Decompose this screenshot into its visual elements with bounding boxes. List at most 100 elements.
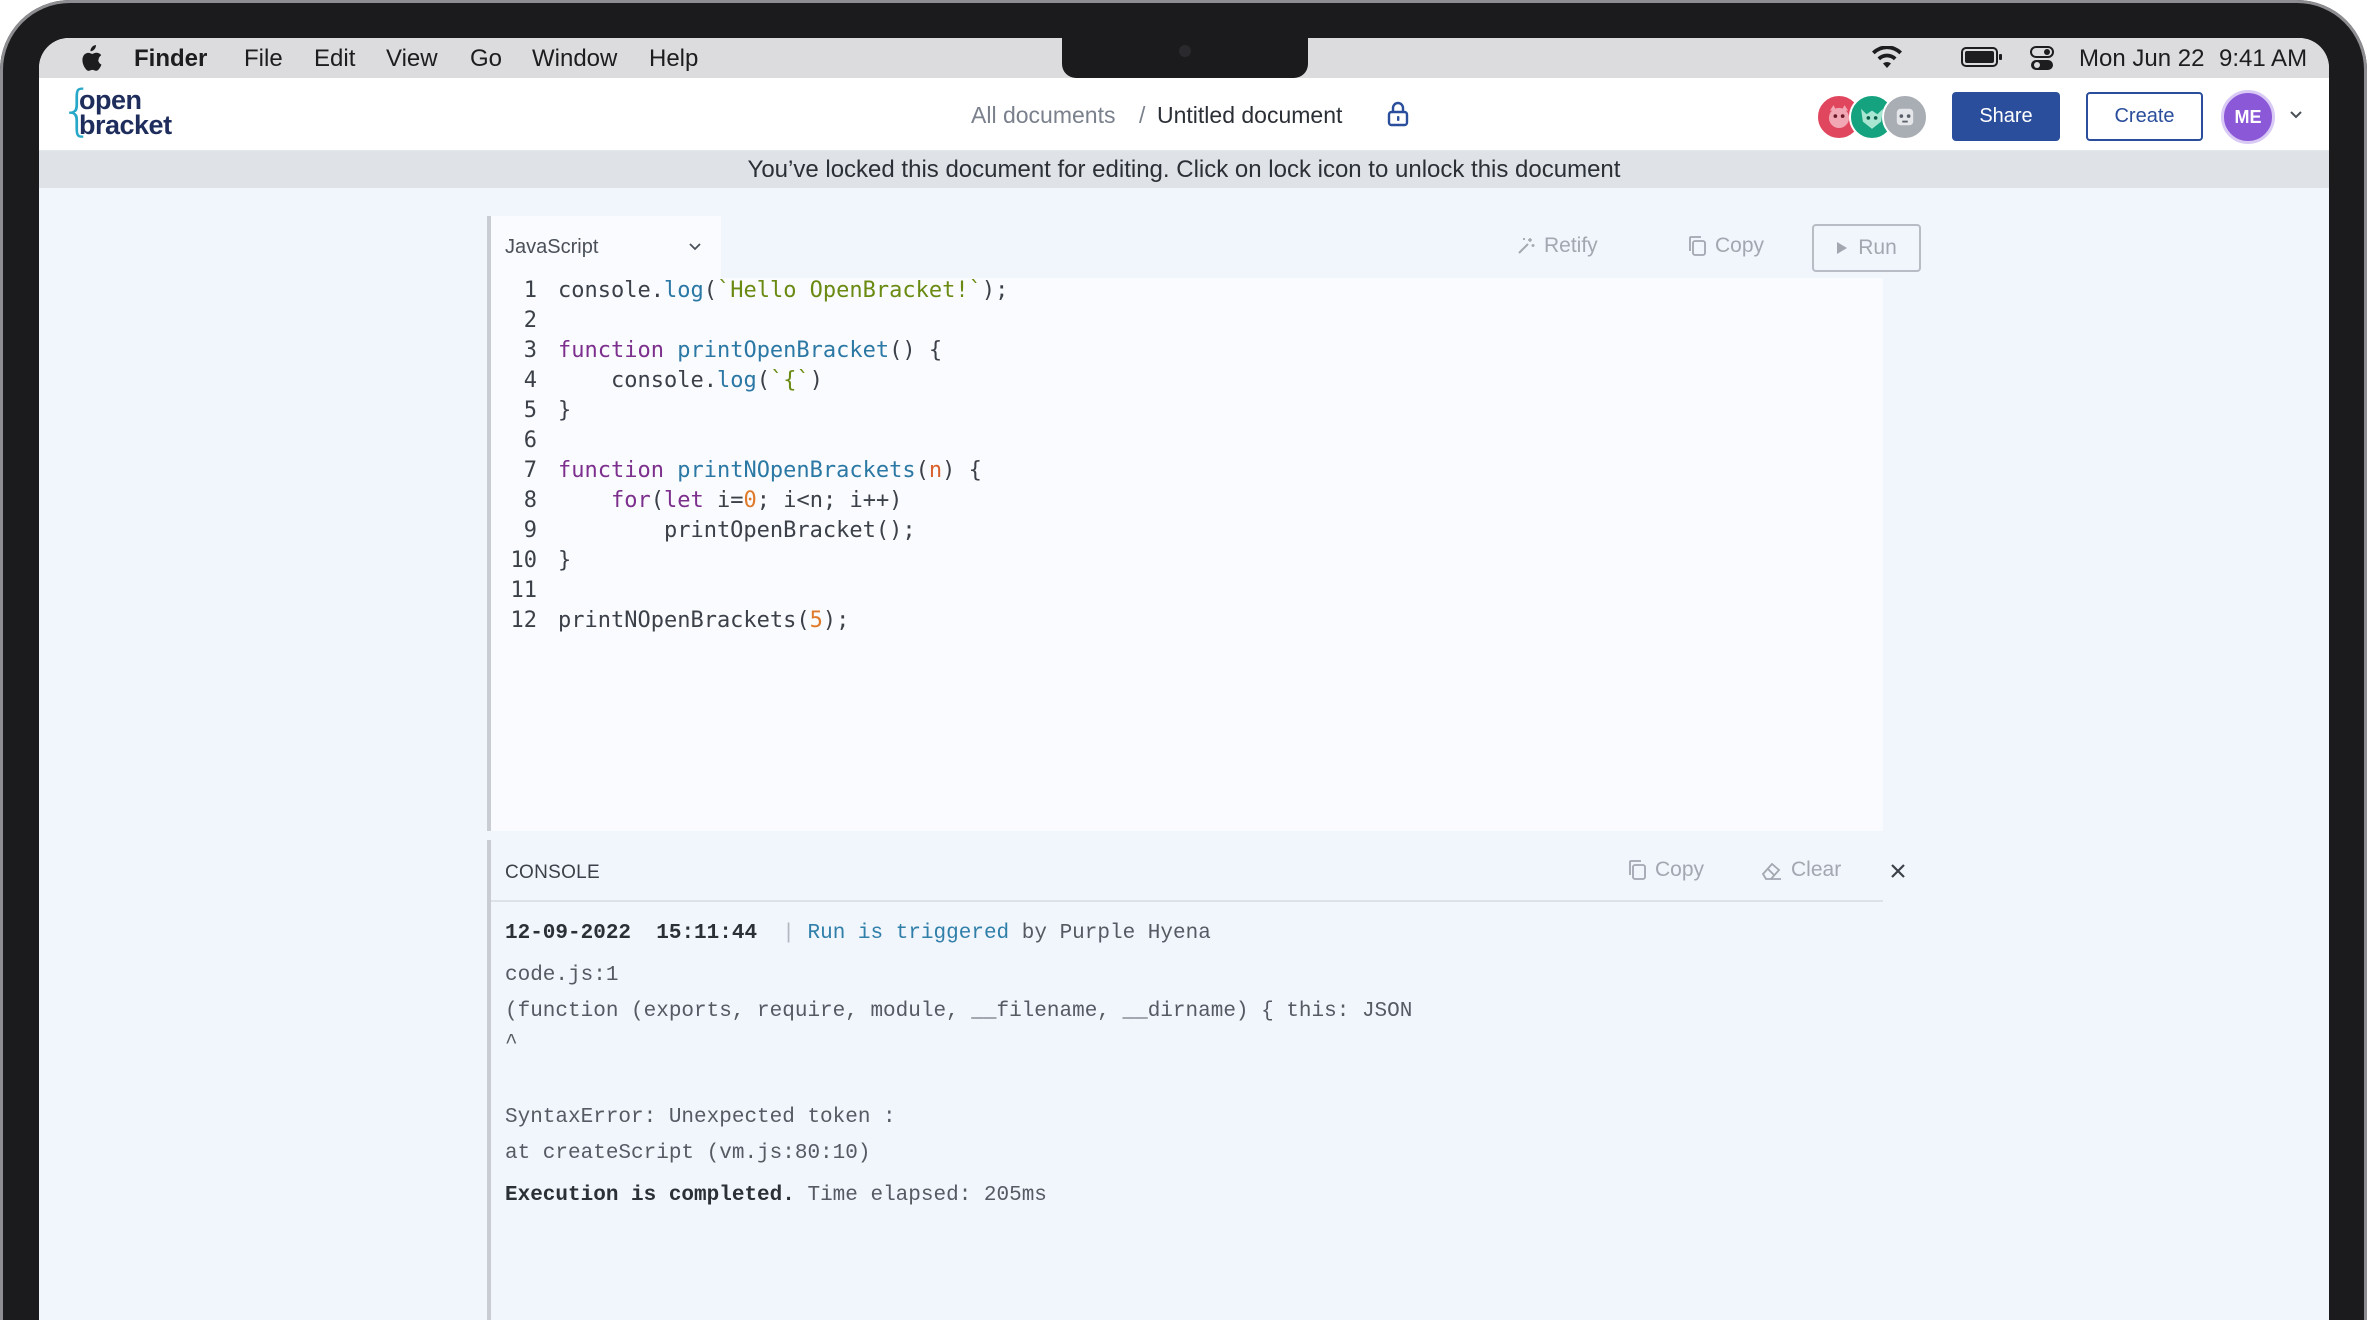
- code-line: 10}: [491, 548, 1883, 578]
- console-copy-label: Copy: [1655, 858, 1705, 881]
- console-output-line: SyntaxError: Unexpected token :: [505, 1106, 896, 1129]
- menu-window[interactable]: Window: [532, 45, 617, 73]
- console-clear-button[interactable]: Clear: [1761, 858, 1841, 882]
- line-number: 6: [523, 428, 537, 453]
- code-line: 7 function printNOpenBrackets(n) {: [491, 458, 1883, 488]
- menu-clock-date[interactable]: Mon Jun 22: [2079, 45, 2204, 73]
- breadcrumb-all-documents[interactable]: All documents: [971, 102, 1115, 129]
- code-area[interactable]: 1 console.log(`Hello OpenBracket!`); 2 3f…: [491, 278, 1883, 831]
- console-run-by: by Purple Hyena: [1021, 922, 1211, 945]
- code-line: 1 console.log(`Hello OpenBracket!`);: [491, 278, 1883, 308]
- camera-notch: [1062, 38, 1308, 78]
- apple-icon[interactable]: [77, 45, 103, 73]
- run-button[interactable]: Run: [1812, 224, 1921, 272]
- line-number: 4: [523, 368, 537, 393]
- menu-go[interactable]: Go: [470, 45, 502, 73]
- lock-banner: You’ve locked this document for editing.…: [39, 151, 2329, 188]
- editor-copy-label: Copy: [1715, 234, 1765, 257]
- code-text: printNOpenBrackets(5);: [558, 608, 850, 633]
- code-editor[interactable]: JavaScript Retify Copy Run 1 console.log…: [487, 216, 1921, 831]
- console-run-header: 12-09-2022 15:11:44 | Run is triggered b…: [505, 922, 1211, 945]
- menu-bar: Finder File Edit View Go Window Help Mon…: [39, 38, 2329, 78]
- collaborator-avatar-gray-icon[interactable]: [1882, 94, 1928, 140]
- create-button[interactable]: Create: [2086, 92, 2203, 141]
- breadcrumb-current-document[interactable]: Untitled document: [1157, 102, 1342, 129]
- lock-icon[interactable]: [1387, 101, 1409, 127]
- copy-icon: [1629, 860, 1646, 880]
- code-text: function printNOpenBrackets(n) {: [558, 458, 982, 483]
- code-line: 6: [491, 428, 1883, 458]
- console-output-line: (function (exports, require, module, __f…: [505, 1000, 1413, 1023]
- line-number: 7: [523, 458, 537, 483]
- retify-button[interactable]: Retify: [1516, 234, 1598, 258]
- code-line: 5}: [491, 398, 1883, 428]
- app-header: { open bracket All documents / Untitled …: [39, 78, 2329, 151]
- line-number: 9: [523, 518, 537, 543]
- line-number: 1: [523, 278, 537, 303]
- code-text: }: [558, 548, 572, 573]
- console-run-time: 15:11:44: [656, 922, 758, 945]
- code-text: function printOpenBracket() {: [558, 338, 943, 363]
- code-text: printOpenBracket();: [558, 518, 916, 543]
- control-center-icon[interactable]: [2030, 46, 2054, 72]
- code-line: 8 for(let i=0; i<n; i++): [491, 488, 1883, 518]
- menu-app-name[interactable]: Finder: [134, 45, 207, 73]
- console-copy-button[interactable]: Copy: [1627, 858, 1704, 882]
- line-number: 10: [510, 548, 538, 573]
- language-select-value: JavaScript: [505, 236, 599, 258]
- console-run-separator: |: [782, 922, 795, 945]
- chevron-down-icon: [689, 243, 701, 251]
- close-icon[interactable]: [1887, 860, 1909, 882]
- collaborator-avatars[interactable]: [1816, 94, 1936, 140]
- console-clear-label: Clear: [1791, 858, 1842, 881]
- retify-label: Retify: [1544, 234, 1598, 257]
- line-number: 11: [510, 578, 538, 603]
- code-line: 3 function printOpenBracket() {: [491, 338, 1883, 368]
- menu-help[interactable]: Help: [649, 45, 698, 73]
- menu-clock-time[interactable]: 9:41 AM: [2219, 45, 2307, 73]
- share-button[interactable]: Share: [1952, 92, 2060, 141]
- camera: [1179, 45, 1191, 57]
- menu-edit[interactable]: Edit: [314, 45, 355, 73]
- logo[interactable]: open bracket: [79, 87, 172, 139]
- console-output-line: ^: [505, 1032, 518, 1055]
- line-number: 5: [523, 398, 537, 423]
- console-panel: CONSOLE Copy Clear 12-09-2022 15:11:44 |…: [487, 840, 1905, 1320]
- code-text: console.log(`Hello OpenBracket!`);: [558, 278, 1009, 303]
- language-select[interactable]: JavaScript: [491, 216, 721, 278]
- breadcrumb-separator: /: [1139, 102, 1146, 128]
- console-run-event: Run is triggered: [807, 922, 1010, 945]
- code-line: 9 printOpenBracket();: [491, 518, 1883, 548]
- play-icon: [1837, 242, 1848, 254]
- console-header: CONSOLE Copy Clear: [491, 840, 1905, 902]
- console-elapsed: Time elapsed: 205ms: [807, 1184, 1047, 1207]
- code-text: }: [558, 398, 572, 423]
- line-number: 2: [523, 308, 537, 333]
- run-label: Run: [1858, 236, 1897, 259]
- battery-icon[interactable]: [1961, 46, 2003, 68]
- line-number: 3: [523, 338, 537, 363]
- console-footer: Execution is completed. Time elapsed: 20…: [505, 1184, 1047, 1207]
- code-line: 12 printNOpenBrackets(5);: [491, 608, 1883, 638]
- menu-file[interactable]: File: [244, 45, 283, 73]
- code-text: for(let i=0; i<n; i++): [610, 488, 903, 513]
- chevron-down-icon[interactable]: [2289, 110, 2303, 120]
- code-line: 4 console.log(`{`): [491, 368, 1883, 398]
- line-number: 12: [510, 608, 538, 633]
- code-line: 2: [491, 308, 1883, 338]
- editor-toolbar: JavaScript Retify Copy Run: [491, 216, 1921, 278]
- menu-view[interactable]: View: [386, 45, 438, 73]
- console-output-line: at createScript (vm.js:80:10): [505, 1142, 871, 1165]
- line-number: 8: [523, 488, 537, 513]
- code-text: console.log(`{`): [558, 368, 823, 393]
- wifi-icon[interactable]: [1871, 46, 1903, 70]
- eraser-icon: [1761, 862, 1781, 880]
- console-status: Execution is completed.: [505, 1184, 795, 1207]
- editor-copy-button[interactable]: Copy: [1687, 234, 1764, 258]
- user-avatar[interactable]: ME: [2221, 90, 2275, 144]
- code-line: 11: [491, 578, 1883, 608]
- wand-icon: [1518, 238, 1535, 254]
- screen: Finder File Edit View Go Window Help Mon…: [39, 38, 2329, 1320]
- copy-icon: [1689, 236, 1706, 256]
- console-title: CONSOLE: [505, 862, 601, 883]
